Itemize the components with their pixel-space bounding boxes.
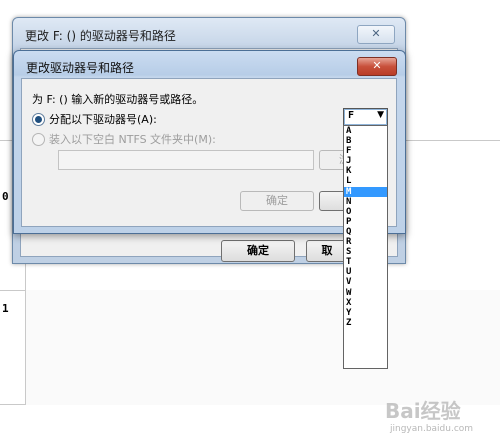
drive-letter-option[interactable]: X [344,298,387,308]
disk-row-number: 1 [2,302,9,315]
close-icon: ✕ [371,27,381,40]
mount-folder-label: 装入以下空白 NTFS 文件夹中(M): [49,133,216,146]
drive-letter-option[interactable]: M [344,186,387,197]
prompt-text: 为 F: () 输入新的驱动器号或路径。 [32,93,204,106]
drive-letter-list[interactable]: ABFJKLMNOPQRSTUVWXYZ [343,125,388,369]
outer-dialog-title: 更改 F: () 的驱动器号和路径 [25,29,176,43]
drive-letter-option[interactable]: B [344,136,387,146]
inner-close-button[interactable]: ✕ [357,57,397,76]
drive-letter-option[interactable]: N [344,197,387,207]
outer-cancel-button[interactable]: 取 [306,240,348,262]
drive-letter-option[interactable]: W [344,288,387,298]
ok-button: 确定 [240,191,314,211]
drive-letter-option[interactable]: Z [344,318,387,328]
drive-letter-option[interactable]: J [344,156,387,166]
drive-letter-value: F [348,110,355,121]
drive-letter-option[interactable]: U [344,267,387,277]
disk-row-number: 0 [2,190,9,203]
inner-dialog-title: 更改驱动器号和路径 [26,61,135,75]
mount-folder-option: 装入以下空白 NTFS 文件夹中(M): [32,131,216,147]
drive-letter-option[interactable]: F [344,146,387,156]
radio-disabled-icon [32,132,45,146]
drive-letter-option[interactable]: R [344,237,387,247]
assign-letter-option[interactable]: 分配以下驱动器号(A): [32,111,157,127]
drive-letter-option[interactable]: L [344,176,387,186]
drive-letter-select[interactable]: F ▼ [343,108,388,126]
drive-letter-option[interactable]: Y [344,308,387,318]
drive-letter-option[interactable]: O [344,207,387,217]
radio-selected-icon[interactable] [32,112,45,126]
watermark-text: Bai经验 [385,399,461,423]
drive-letter-option[interactable]: P [344,217,387,227]
close-icon: ✕ [372,59,382,72]
dropdown-arrow-icon[interactable]: ▼ [377,110,384,120]
outer-close-button[interactable]: ✕ [357,25,395,44]
drive-letter-option[interactable]: V [344,277,387,287]
baidu-watermark: Bai经验 [385,395,461,424]
inner-dialog-body: 为 F: () 输入新的驱动器号或路径。 分配以下驱动器号(A): 装入以下空白… [21,78,397,227]
disk-area [26,290,500,405]
drive-letter-option[interactable]: S [344,247,387,257]
drive-letter-option[interactable]: Q [344,227,387,237]
watermark-url: jingyan.baidu.com [390,424,474,434]
drive-letter-option[interactable]: A [344,126,387,136]
outer-ok-button[interactable]: 确定 [221,240,295,262]
assign-letter-label: 分配以下驱动器号(A): [49,113,157,126]
folder-path-input [58,150,314,170]
drive-letter-option[interactable]: K [344,166,387,176]
drive-letter-option[interactable]: T [344,257,387,267]
